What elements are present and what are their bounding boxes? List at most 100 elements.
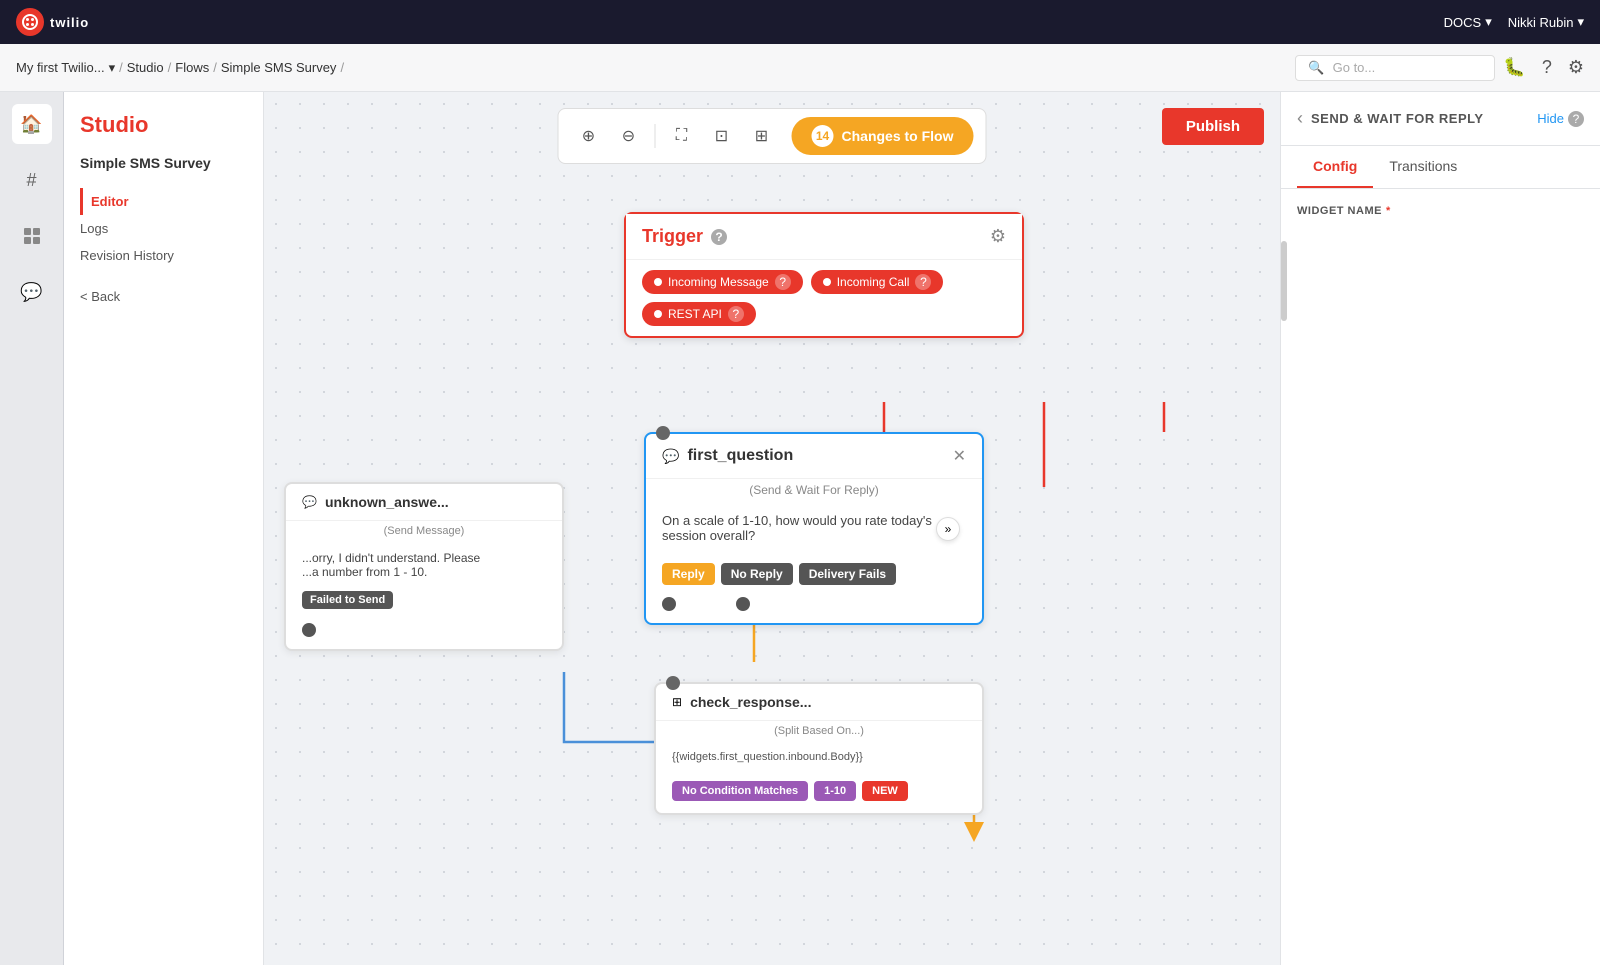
right-panel: ‹ SEND & WAIT FOR REPLY Hide ? Config Tr… [1280, 92, 1600, 965]
scrollbar-thumb[interactable] [1281, 241, 1287, 321]
trigger-node[interactable]: Trigger ? ⚙ Incoming Message ? Incoming … [624, 212, 1024, 338]
fq-close-icon[interactable]: ✕ [953, 446, 966, 466]
fq-delivery-fails-btn[interactable]: Delivery Fails [799, 563, 896, 585]
changes-button[interactable]: 14 Changes to Flow [792, 117, 974, 155]
changes-badge: 14 [812, 125, 834, 147]
send-icon: 💬 [302, 495, 317, 509]
fq-connector-1 [662, 597, 676, 611]
cr-range-btn[interactable]: 1-10 [814, 781, 856, 801]
widget-name-label: WIDGET NAME * [1297, 205, 1584, 217]
first-question-node[interactable]: 💬 first_question ✕ (Send & Wait For Repl… [644, 432, 984, 625]
sidebar-chat-icon[interactable]: 💬 [12, 272, 52, 312]
incoming-call-label: Incoming Call [837, 275, 910, 289]
main-layout: 🏠 # 💬 Studio Simple SMS Survey Editor Lo… [0, 92, 1600, 965]
twilio-logo-icon [16, 8, 44, 36]
toolbar-divider [655, 124, 656, 148]
chat-icon: 💬 [662, 448, 679, 465]
nav-icons: 🐛 ? ⚙ [1503, 57, 1584, 78]
cr-no-cond-btn[interactable]: No Condition Matches [672, 781, 808, 801]
trigger-badge-rest-api[interactable]: REST API ? [642, 302, 756, 326]
trigger-title: Trigger ? [642, 226, 727, 247]
tab-config[interactable]: Config [1297, 146, 1373, 188]
grid-toggle-button[interactable]: ⊡ [704, 118, 740, 154]
breadcrumb-flow-name[interactable]: Simple SMS Survey [221, 60, 337, 75]
fq-buttons: Reply No Reply Delivery Fails [646, 555, 982, 597]
ua-connector [302, 623, 316, 637]
fq-top-connector [656, 426, 670, 440]
sidebar-nav: Editor Logs Revision History [80, 188, 247, 269]
logo-text: twilio [50, 15, 89, 30]
trigger-help-icon[interactable]: ? [711, 229, 727, 245]
cr-subtitle: (Split Based On...) [656, 721, 982, 741]
fq-no-reply-btn[interactable]: No Reply [721, 563, 793, 585]
sidebar-hash-icon[interactable]: # [12, 160, 52, 200]
chevron-down-icon: ▾ [1485, 14, 1492, 30]
sidebar-nav-editor[interactable]: Editor [80, 188, 247, 215]
breadcrumb-studio[interactable]: Studio [127, 60, 164, 75]
breadcrumb-bar: My first Twilio... ▾ / Studio / Flows / … [0, 44, 1600, 92]
docs-link[interactable]: DOCS ▾ [1444, 14, 1492, 30]
ua-body-text2: ...a number from 1 - 10. [302, 565, 546, 579]
fit-screen-icon: ⛶ [676, 127, 687, 145]
ua-header: 💬 unknown_answe... [286, 484, 562, 521]
cr-top-connector [666, 676, 680, 690]
twilio-logo[interactable]: twilio [16, 8, 89, 36]
grid-dots-button[interactable]: ⊞ [744, 118, 780, 154]
breadcrumb-workspace[interactable]: My first Twilio... [16, 60, 105, 75]
studio-title: Studio [80, 112, 247, 138]
tab-transitions[interactable]: Transitions [1373, 146, 1473, 188]
search-bar[interactable]: 🔍 Go to... [1295, 55, 1495, 81]
rest-api-help[interactable]: ? [728, 306, 744, 322]
fq-title-text: first_question [687, 447, 793, 465]
right-panel-title: SEND & WAIT FOR REPLY [1311, 111, 1484, 126]
cr-new-btn[interactable]: NEW [862, 781, 908, 801]
breadcrumb-search-area: 🔍 Go to... 🐛 ? ⚙ [1295, 55, 1584, 81]
fq-title: 💬 first_question [662, 447, 793, 465]
check-response-node[interactable]: ⊞ check_response... (Split Based On...) … [654, 682, 984, 815]
cr-title: check_response... [690, 694, 811, 710]
breadcrumb-flows[interactable]: Flows [175, 60, 209, 75]
right-panel-tabs: Config Transitions [1281, 146, 1600, 189]
settings-icon[interactable]: ⚙ [1568, 57, 1584, 78]
sidebar-home-icon[interactable]: 🏠 [12, 104, 52, 144]
search-icon: 🔍 [1308, 60, 1324, 76]
zoom-in-icon: ⊕ [582, 126, 595, 146]
changes-label: Changes to Flow [842, 128, 954, 144]
bug-icon[interactable]: 🐛 [1503, 57, 1525, 78]
chevron-down-icon: ▾ [109, 60, 116, 76]
fq-reply-btn[interactable]: Reply [662, 563, 715, 585]
canvas-area[interactable]: ⊕ ⊖ ⛶ ⊡ ⊞ 14 Changes to Flow Publish [264, 92, 1280, 965]
panel-help-icon[interactable]: ? [1568, 111, 1584, 127]
flow-name: Simple SMS Survey [80, 154, 247, 172]
publish-button[interactable]: Publish [1162, 108, 1264, 145]
collapse-panel-button[interactable]: » [936, 517, 960, 541]
trigger-badge-incoming-call[interactable]: Incoming Call ? [811, 270, 944, 294]
help-icon[interactable]: ? [1542, 57, 1552, 78]
hide-button[interactable]: Hide ? [1537, 111, 1584, 127]
trigger-settings-icon[interactable]: ⚙ [990, 226, 1006, 247]
sidebar-nav-logs[interactable]: Logs [80, 215, 247, 242]
back-link[interactable]: < Back [80, 289, 247, 304]
sidebar-widget-icon[interactable] [12, 216, 52, 256]
canvas-toolbar: ⊕ ⊖ ⛶ ⊡ ⊞ 14 Changes to Flow [558, 108, 987, 164]
top-navbar: twilio DOCS ▾ Nikki Rubin ▾ [0, 0, 1600, 44]
ua-body: ...orry, I didn't understand. Please ...… [286, 541, 562, 619]
zoom-out-button[interactable]: ⊖ [611, 118, 647, 154]
fq-connector-2 [736, 597, 750, 611]
chevron-right-icon: » [945, 522, 952, 536]
nav-left: twilio [16, 8, 89, 36]
fq-header: 💬 first_question ✕ [646, 434, 982, 479]
breadcrumb: My first Twilio... ▾ / Studio / Flows / … [16, 60, 344, 76]
unknown-answer-node[interactable]: 💬 unknown_answe... (Send Message) ...orr… [284, 482, 564, 651]
incoming-call-help[interactable]: ? [915, 274, 931, 290]
user-menu[interactable]: Nikki Rubin ▾ [1508, 14, 1584, 30]
zoom-in-button[interactable]: ⊕ [571, 118, 607, 154]
ua-title: unknown_answe... [325, 494, 449, 510]
ua-body-text: ...orry, I didn't understand. Please [302, 551, 546, 565]
trigger-badge-incoming-message[interactable]: Incoming Message ? [642, 270, 803, 294]
back-arrow-icon[interactable]: ‹ [1297, 108, 1303, 129]
incoming-message-help[interactable]: ? [775, 274, 791, 290]
scrollbar-track [1281, 221, 1287, 965]
fit-screen-button[interactable]: ⛶ [664, 118, 700, 154]
sidebar-nav-revision-history[interactable]: Revision History [80, 242, 247, 269]
